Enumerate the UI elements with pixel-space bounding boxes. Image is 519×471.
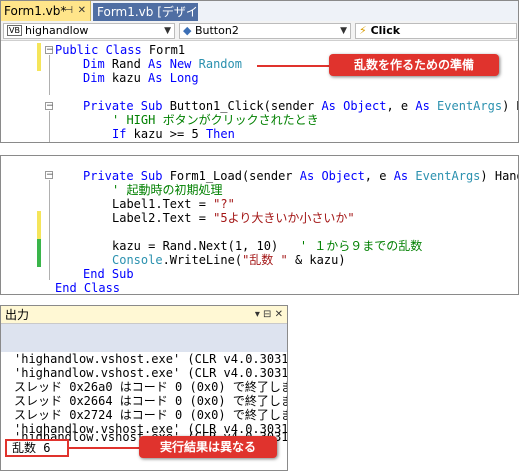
cube-icon: ◆: [183, 24, 192, 37]
pin-icon[interactable]: ⊣: [64, 1, 73, 21]
code-line: ' HIGH ボタンがクリックされたとき: [112, 113, 319, 127]
tab-form1-vb[interactable]: Form1.vb* ⊣ ✕: [1, 1, 91, 21]
code-line: Private Sub Button1_Click(sender As Obje…: [83, 99, 518, 113]
code-line: Public Class Form1: [55, 43, 186, 57]
callout-connector: [257, 65, 329, 67]
output-toolbar: [1, 324, 287, 352]
navigation-bar: VB highandlow ▼ ◆ Button2 ▼ ⚡ Click: [1, 21, 518, 41]
result-box: 乱数 6: [5, 439, 69, 457]
output-line: スレッド 0x26a0 はコード 0 (0x0) で終了しました: [14, 380, 288, 394]
close-icon[interactable]: ✕: [78, 1, 86, 21]
output-title: 出力: [5, 308, 30, 322]
chevron-down-icon: ▼: [164, 26, 171, 36]
document-tabbar: Form1.vb* ⊣ ✕ Form1.vb [デザイン]: [1, 1, 518, 37]
window-controls[interactable]: ▾ ⊟ ✕: [255, 306, 283, 324]
event-dropdown[interactable]: ⚡ Click: [355, 23, 517, 39]
callout-random-prep: 乱数を作るための準備: [329, 54, 499, 76]
object-dropdown[interactable]: ◆ Button2 ▼: [179, 23, 351, 39]
tab-form1-design[interactable]: Form1.vb [デザイン]: [93, 3, 198, 37]
output-line: 'highandlow.vshost.exe' (CLR v4.0.30319:…: [14, 366, 288, 380]
callout-result-differs: 実行結果は異なる: [139, 436, 277, 458]
code-line: ' 起動時の初期処理: [112, 183, 223, 197]
event-dropdown-value: Click: [370, 24, 401, 37]
code-area[interactable]: Private Sub Form1_Load(sender As Object,…: [1, 169, 518, 295]
code-line: kazu = Rand.Next(1, 10) ' １から９までの乱数: [112, 239, 423, 253]
vb-icon: VB: [7, 25, 22, 36]
code-editor-top: Form1.vb* ⊣ ✕ Form1.vb [デザイン] VBhighandl…: [0, 0, 519, 143]
code-line: Label1.Text = "?": [112, 197, 235, 211]
code-line: End Class: [55, 281, 121, 295]
object-dropdown-value: Button2: [194, 24, 239, 37]
callout-connector: [69, 447, 139, 449]
output-titlebar: 出力 ▾ ⊟ ✕: [1, 306, 287, 324]
output-line: 'highandlow.vshost.exe' (CLR v4.0.30319:…: [14, 352, 288, 366]
output-line: スレッド 0x2664 はコード 0 (0x0) で終了しました: [14, 394, 288, 408]
output-window: 出力 ▾ ⊟ ✕ 'highandlow.vshost.exe' (CLR v4…: [0, 305, 288, 471]
code-editor-bottom: − Private Sub Form1_Load(sender As Objec…: [0, 155, 519, 295]
code-line: End Sub: [83, 267, 134, 281]
tab-label: Form1.vb*: [4, 4, 67, 18]
code-line: If kazu >= 5 Then: [112, 127, 235, 141]
result-text: 乱数 6: [12, 441, 51, 455]
code-line: Label2.Text = "5より大きいか小さいか": [112, 211, 355, 225]
code-line: Console.WriteLine("乱数 " & kazu): [112, 253, 346, 267]
output-line: スレッド 0x2724 はコード 0 (0x0) で終了しました: [14, 408, 288, 422]
project-dropdown-value: highandlow: [24, 24, 89, 37]
project-dropdown[interactable]: VB highandlow ▼: [3, 23, 175, 39]
lightning-icon: ⚡: [359, 24, 367, 37]
chevron-down-icon: ▼: [340, 26, 347, 36]
code-line: Private Sub Form1_Load(sender As Object,…: [83, 169, 518, 183]
code-line: Dim Rand As New Random: [83, 57, 242, 71]
code-line: Dim kazu As Long: [83, 71, 199, 85]
